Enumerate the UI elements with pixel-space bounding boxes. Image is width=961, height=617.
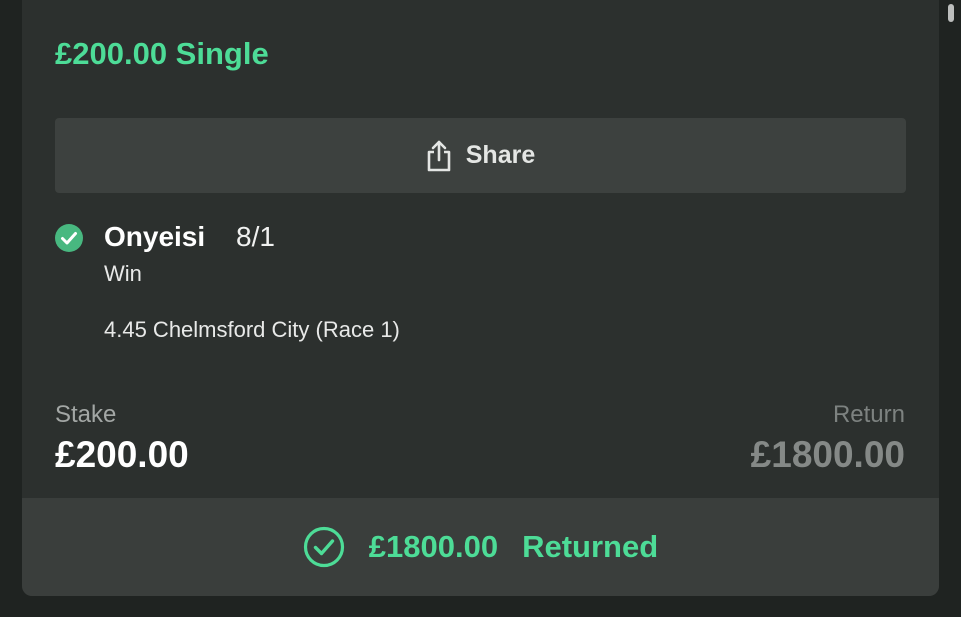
returned-amount: £1800.00 [368,529,499,564]
selection-name: Onyeisi [104,221,206,252]
check-circle-filled-icon [55,224,83,252]
stake-value: £200.00 [55,434,189,475]
selection-odds: 8/1 [236,221,275,252]
selection-market: Win [104,261,142,286]
bet-title: £200.00 Single [55,36,269,71]
returned-status: Returned [522,529,659,564]
scrollbar-thumb[interactable] [948,4,954,22]
selection-event: 4.45 Chelmsford City (Race 1) [104,317,400,342]
return-label: Return [832,401,905,428]
share-icon [427,140,451,171]
bet-card: £200.00 Single Share Onyeisi 8/1 Win 4.4… [22,0,939,596]
return-value: £1800.00 [750,434,905,475]
share-button[interactable]: Share [55,118,906,193]
share-button-label: Share [465,141,536,169]
returned-status-bar: £1800.00 Returned [22,498,939,596]
stake-label: Stake [55,401,117,428]
check-circle-outline-icon [303,526,344,568]
